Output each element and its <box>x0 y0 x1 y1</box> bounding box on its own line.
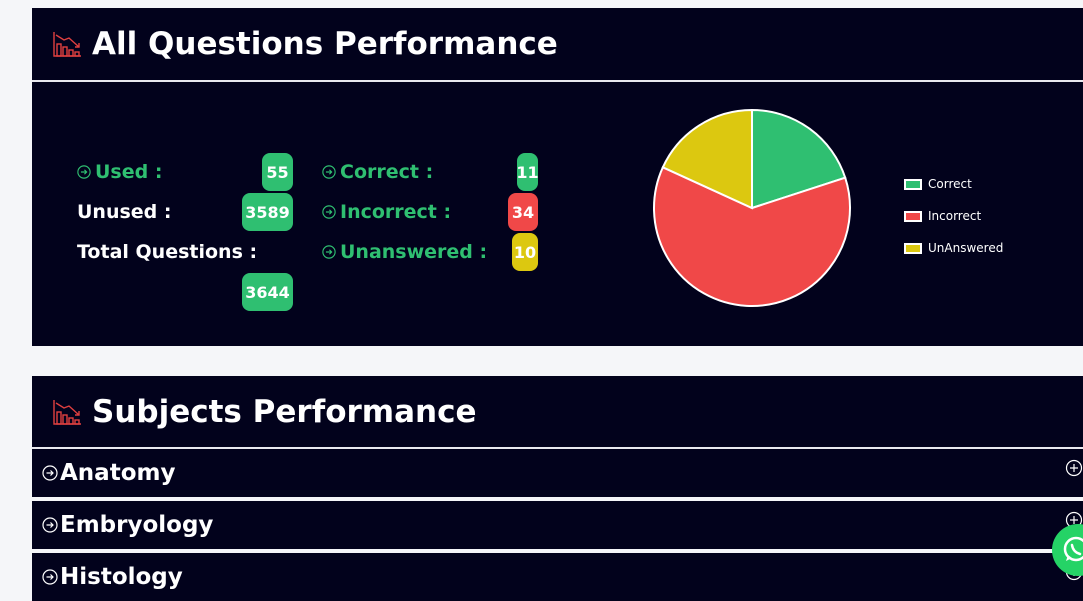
unanswered-label: Unanswered : <box>322 241 487 263</box>
subject-name: Embryology <box>60 512 214 538</box>
section-title: Subjects Performance <box>92 393 477 430</box>
used-label: Used : <box>77 161 162 183</box>
arrow-circle-icon <box>322 205 336 219</box>
performance-header: All Questions Performance <box>32 8 1083 82</box>
arrow-circle-icon <box>322 165 336 179</box>
arrow-circle-icon <box>322 245 336 259</box>
subjects-header: Subjects Performance <box>32 376 1083 449</box>
legend-swatch <box>904 242 922 254</box>
chart-decline-icon <box>53 32 81 57</box>
subject-row-anatomy[interactable]: Anatomy <box>32 449 1083 497</box>
subjects-performance-panel: Subjects Performance Anatomy Embryology … <box>32 376 1083 601</box>
unused-label: Unused : <box>77 201 172 223</box>
whatsapp-icon <box>1063 536 1083 562</box>
arrow-circle-icon <box>42 569 58 585</box>
used-badge: 55 <box>262 153 293 191</box>
whatsapp-chat-button[interactable] <box>1052 524 1083 576</box>
performance-pie-chart <box>653 108 851 307</box>
incorrect-label: Incorrect : <box>322 201 451 223</box>
correct-badge: 11 <box>516 153 539 191</box>
chart-decline-icon <box>53 399 81 425</box>
legend-item-unanswered[interactable]: UnAnswered <box>904 232 1003 264</box>
unused-badge: 3589 <box>242 193 293 231</box>
subject-row-embryology[interactable]: Embryology <box>32 501 1083 549</box>
subject-name: Anatomy <box>60 460 176 486</box>
legend-item-correct[interactable]: Correct <box>904 168 1003 200</box>
unanswered-badge: 10 <box>512 233 538 271</box>
legend-item-incorrect[interactable]: Incorrect <box>904 200 1003 232</box>
arrow-circle-icon <box>77 165 91 179</box>
all-questions-performance-panel: All Questions Performance Used : 55 Unus… <box>32 8 1083 346</box>
total-questions-label: Total Questions : <box>77 241 258 263</box>
legend-swatch <box>904 178 922 190</box>
arrow-circle-icon <box>42 465 58 481</box>
total-questions-badge: 3644 <box>242 273 293 311</box>
correct-label: Correct : <box>322 161 433 183</box>
incorrect-badge: 34 <box>508 193 538 231</box>
expand-plus-icon[interactable] <box>1065 459 1083 477</box>
arrow-circle-icon <box>42 517 58 533</box>
page-title: All Questions Performance <box>92 26 558 62</box>
legend-swatch <box>904 210 922 222</box>
subject-name: Histology <box>60 564 183 590</box>
subject-row-histology[interactable]: Histology <box>32 553 1083 601</box>
chart-legend: Correct Incorrect UnAnswered <box>904 168 1003 264</box>
